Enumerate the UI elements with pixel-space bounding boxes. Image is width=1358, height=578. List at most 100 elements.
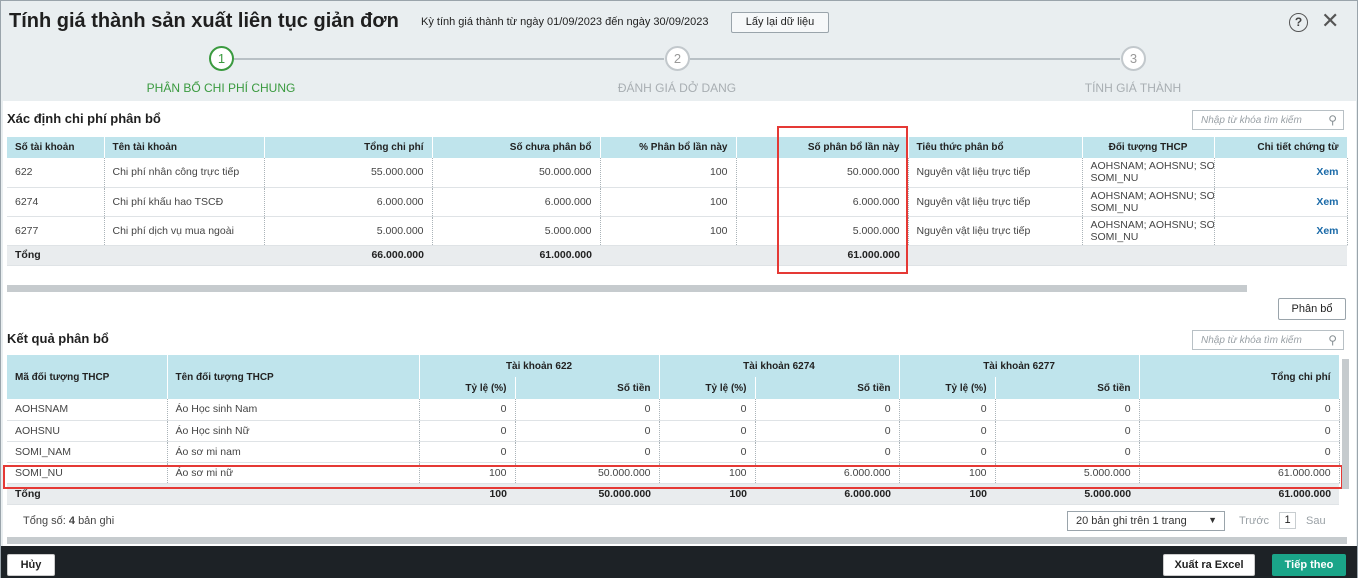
record-count: Tổng số: 4 bản ghi [23, 515, 114, 527]
cell-criteria[interactable]: Nguyên vật liệu trực tiếp [908, 158, 1083, 188]
cell-name: Áo Học sinh Nam [167, 399, 420, 421]
cell-objects[interactable]: AOHSNAM; AOHSNU; SOI SOMI_NU [1082, 216, 1215, 246]
period-label: Kỳ tính giá thành từ ngày 01/09/2023 đến… [421, 16, 709, 28]
cell-unallocated: 5.000.000 [432, 216, 601, 246]
cell-rate: 0 [659, 399, 756, 421]
table-row[interactable]: SOMI_NU Áo sơ mi nữ 100 50.000.000 100 6… [7, 462, 1340, 484]
step-connector [234, 58, 664, 60]
result-search-input[interactable]: Nhập từ khóa tìm kiếm ⚲ [1192, 330, 1344, 350]
cell-amount: 50.000.000 [515, 462, 660, 484]
page-size-select[interactable]: 20 bản ghi trên 1 trang ▼ [1067, 511, 1225, 531]
col-rate-6277[interactable]: Tỷ lệ (%) [899, 377, 996, 399]
objects-line: SOMI_NU [1090, 201, 1139, 214]
col-amount-6274[interactable]: Số tiền [755, 377, 900, 399]
allocate-button[interactable]: Phân bổ [1278, 298, 1346, 320]
col-percent[interactable]: % Phân bổ lần này [600, 137, 737, 158]
cell-objects[interactable]: AOHSNAM; AOHSNU; SOI SOMI_NU [1082, 187, 1215, 217]
table-row[interactable]: AOHSNAM Áo Học sinh Nam 0 0 0 0 0 0 0 [7, 399, 1340, 421]
allocation-table: Số tài khoản Tên tài khoản Tổng chi phí … [7, 137, 1348, 266]
cell-code: AOHSNU [7, 420, 168, 442]
export-excel-button[interactable]: Xuất ra Excel [1163, 554, 1255, 576]
table-row[interactable]: 622 Chi phí nhân công trực tiếp 55.000.0… [7, 158, 1348, 188]
step-2-indicator[interactable]: 2 [665, 46, 690, 71]
cell-total: 0 [1139, 441, 1340, 463]
objects-line: AOHSNAM; AOHSNU; SOI [1090, 218, 1214, 231]
dialog-footer: Hủy Xuất ra Excel Tiếp theo [1, 546, 1357, 578]
table-row[interactable]: AOHSNU Áo Học sinh Nữ 0 0 0 0 0 0 0 [7, 420, 1340, 442]
search-icon[interactable]: ⚲ [1328, 333, 1337, 347]
search-input[interactable]: Nhập từ khóa tìm kiếm ⚲ [1192, 110, 1344, 130]
view-detail-link[interactable]: Xem [1214, 158, 1348, 188]
cell-unallocated: 6.000.000 [432, 187, 601, 217]
col-object-name[interactable]: Tên đối tượng THCP [167, 355, 420, 399]
next-button[interactable]: Tiếp theo [1272, 554, 1346, 576]
col-allocated[interactable]: Số phân bổ lần này [736, 137, 909, 158]
cell-name: Áo sơ mi nữ [167, 462, 420, 484]
col-total-cost[interactable]: Tổng chi phí [1139, 355, 1340, 399]
cell-account: 6274 [7, 187, 105, 217]
search-icon[interactable]: ⚲ [1328, 113, 1337, 127]
col-criteria[interactable]: Tiêu thức phân bổ [908, 137, 1083, 158]
col-objects[interactable]: Đối tượng THCP [1082, 137, 1215, 158]
cell-rate: 0 [899, 399, 996, 421]
chevron-down-icon: ▼ [1208, 515, 1217, 525]
totals-empty [104, 245, 264, 266]
totals-empty [1214, 245, 1347, 266]
col-account-name[interactable]: Tên tài khoản [104, 137, 265, 158]
view-detail-link[interactable]: Xem [1214, 216, 1348, 246]
content-area: Xác định chi phí phân bổ Nhập từ khóa tì… [3, 101, 1356, 546]
totals-row: Tổng 100 50.000.000 100 6.000.000 100 5.… [7, 483, 1340, 505]
result-table: Mã đối tượng THCP Tên đối tượng THCP Tài… [7, 355, 1340, 505]
cell-rate: 100 [899, 462, 996, 484]
cell-objects[interactable]: AOHSNAM; AOHSNU; SOI SOMI_NU [1082, 158, 1215, 188]
horizontal-scrollbar[interactable] [7, 285, 1247, 292]
reload-data-button[interactable]: Lấy lại dữ liệu [731, 12, 829, 33]
cell-code: AOHSNAM [7, 399, 168, 421]
view-detail-link[interactable]: Xem [1214, 187, 1348, 217]
cell-amount: 0 [755, 399, 900, 421]
objects-line: SOMI_NU [1090, 230, 1139, 243]
col-amount-622[interactable]: Số tiền [515, 377, 660, 399]
table-row[interactable]: SOMI_NAM Áo sơ mi nam 0 0 0 0 0 0 0 [7, 441, 1340, 463]
help-icon[interactable]: ? [1289, 13, 1308, 32]
col-rate-6274[interactable]: Tỷ lệ (%) [659, 377, 756, 399]
col-total-cost[interactable]: Tổng chi phí [264, 137, 433, 158]
table-row[interactable]: 6277 Chi phí dịch vụ mua ngoài 5.000.000… [7, 216, 1348, 246]
totals-rate: 100 [899, 483, 996, 505]
cell-criteria[interactable]: Nguyên vật liệu trực tiếp [908, 187, 1083, 217]
col-amount-6277[interactable]: Số tiền [995, 377, 1140, 399]
cell-criteria[interactable]: Nguyên vật liệu trực tiếp [908, 216, 1083, 246]
cell-allocated[interactable]: 6.000.000 [736, 187, 909, 217]
table-row[interactable]: 6274 Chi phí khấu hao TSCĐ 6.000.000 6.0… [7, 187, 1348, 217]
totals-rate: 100 [419, 483, 515, 505]
cancel-button[interactable]: Hủy [7, 554, 55, 576]
col-unallocated[interactable]: Số chưa phân bổ [432, 137, 601, 158]
col-account[interactable]: Số tài khoản [7, 137, 105, 158]
table-header-row: Mã đối tượng THCP Tên đối tượng THCP Tài… [7, 355, 1340, 399]
cell-percent[interactable]: 100 [600, 187, 737, 217]
objects-line: AOHSNAM; AOHSNU; SOI [1090, 160, 1214, 173]
totals-total: 66.000.000 [264, 245, 432, 266]
cell-percent[interactable]: 100 [600, 158, 737, 188]
cell-allocated[interactable]: 50.000.000 [736, 158, 909, 188]
cell-allocated[interactable]: 5.000.000 [736, 216, 909, 246]
prev-page-button[interactable]: Trước [1239, 515, 1269, 527]
horizontal-scrollbar[interactable] [7, 537, 1347, 544]
vertical-scrollbar[interactable] [1342, 359, 1349, 489]
step-3-indicator[interactable]: 3 [1121, 46, 1146, 71]
current-page[interactable]: 1 [1279, 512, 1296, 529]
close-icon[interactable]: ✕ [1321, 9, 1339, 33]
cell-account-name: Chi phí nhân công trực tiếp [104, 158, 265, 188]
step-1-indicator[interactable]: 1 [209, 46, 234, 71]
col-rate-622[interactable]: Tỷ lệ (%) [419, 377, 516, 399]
col-object-code[interactable]: Mã đối tượng THCP [7, 355, 168, 399]
col-detail[interactable]: Chi tiết chứng từ [1214, 137, 1348, 158]
next-page-button[interactable]: Sau [1306, 515, 1326, 527]
dialog-header: Tính giá thành sản xuất liên tục giản đơ… [1, 1, 1357, 101]
allocation-section-title: Xác định chi phí phân bổ [7, 111, 161, 126]
cell-percent[interactable]: 100 [600, 216, 737, 246]
cell-code: SOMI_NAM [7, 441, 168, 463]
record-count-suffix: bản ghi [78, 515, 115, 527]
totals-empty [1082, 245, 1214, 266]
cell-amount: 5.000.000 [995, 462, 1140, 484]
